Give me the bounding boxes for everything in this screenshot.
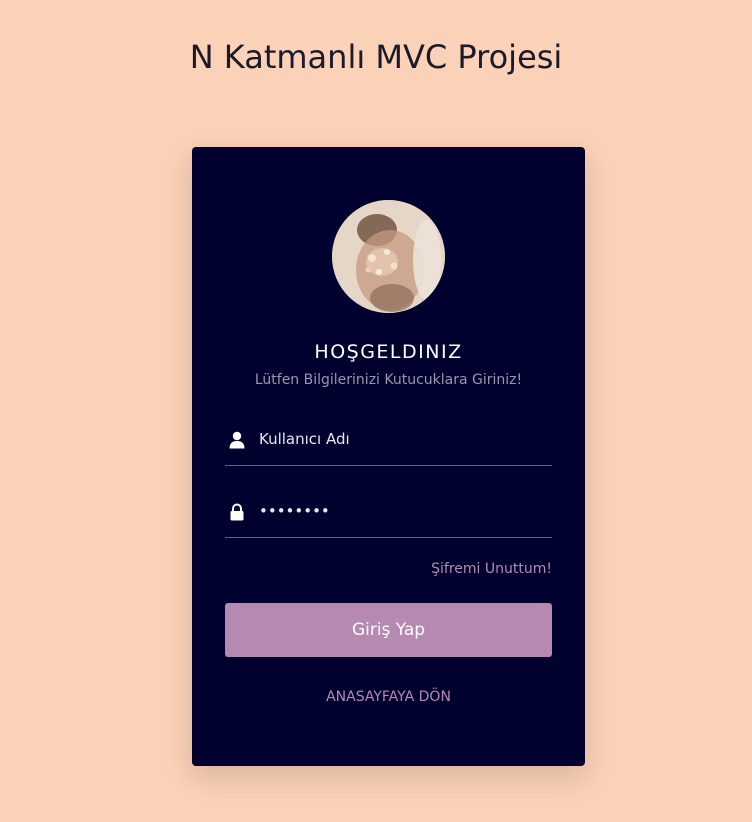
home-link[interactable]: ANASAYFAYA DÖN <box>192 689 585 705</box>
welcome-heading: HOŞGELDINIZ <box>314 341 463 363</box>
login-button[interactable]: Giriş Yap <box>225 603 552 657</box>
lock-icon <box>229 503 245 521</box>
login-card: HOŞGELDINIZ Lütfen Bilgilerinizi Kutucuk… <box>192 147 585 766</box>
page-title: N Katmanlı MVC Projesi <box>189 38 563 76</box>
username-input[interactable] <box>259 427 539 451</box>
password-input[interactable] <box>259 499 539 523</box>
user-icon <box>229 431 245 449</box>
forgot-password-link[interactable]: Şifremi Unuttum! <box>431 561 552 577</box>
avatar-photo <box>332 200 445 313</box>
password-field <box>225 491 552 538</box>
username-field <box>225 419 552 466</box>
avatar <box>332 200 445 313</box>
welcome-subtitle: Lütfen Bilgilerinizi Kutucuklara Giriniz… <box>254 372 523 388</box>
